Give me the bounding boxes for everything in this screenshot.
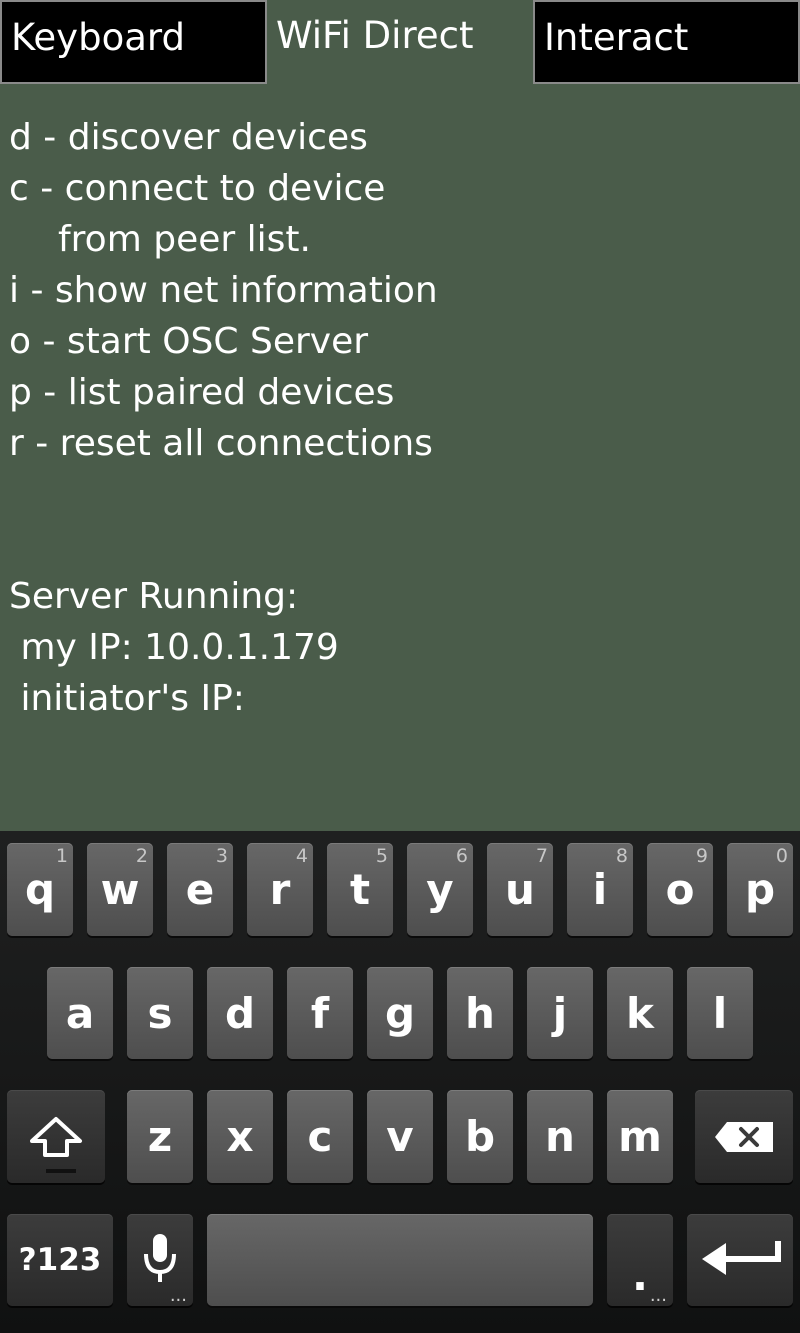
key-i[interactable]: 8i [567,843,633,936]
key-label: r [269,865,291,914]
key-k[interactable]: k [607,967,673,1059]
key-g[interactable]: g [367,967,433,1059]
key-label: u [505,865,535,914]
backspace-key[interactable] [695,1090,793,1183]
key-label: v [386,1112,414,1161]
key-q[interactable]: 1q [7,843,73,936]
key-d[interactable]: d [207,967,273,1059]
backspace-icon [695,1090,793,1183]
my-ip-text: my IP: 10.0.1.179 [9,627,339,668]
tab-keyboard[interactable]: Keyboard [0,0,267,84]
key-label: e [185,865,215,914]
key-label: ?123 [18,1242,102,1278]
command-line: d - discover devices [9,117,368,158]
key-j[interactable]: j [527,967,593,1059]
key-a[interactable]: a [47,967,113,1059]
key-z[interactable]: z [127,1090,193,1183]
key-n[interactable]: n [527,1090,593,1183]
key-label: i [592,865,608,914]
command-help-panel: d - discover devices c - connect to devi… [0,112,800,724]
key-h[interactable]: h [447,967,513,1059]
microphone-key[interactable]: ... [127,1214,193,1306]
soft-keyboard: 1q 2w 3e 4r 5t 6y 7u 8i 9o 0p a s d f g … [0,831,800,1333]
shift-key[interactable] [7,1090,105,1183]
key-label: b [464,1112,496,1161]
key-label: c [307,1112,333,1161]
command-line: i - show net information [9,270,438,311]
shift-indicator [46,1169,76,1173]
key-e[interactable]: 3e [167,843,233,936]
key-label: w [100,865,140,914]
tab-label: WiFi Direct [276,14,474,57]
tab-bar: Keyboard WiFi Direct Interact [0,0,800,84]
key-label: y [426,865,454,914]
enter-arrow-icon [687,1214,793,1306]
key-c[interactable]: c [287,1090,353,1183]
key-label: h [465,988,495,1038]
key-s[interactable]: s [127,967,193,1059]
key-t[interactable]: 5t [327,843,393,936]
key-u[interactable]: 7u [487,843,553,936]
command-line: p - list paired devices [9,372,395,413]
key-label: m [618,1112,662,1161]
symbols-key[interactable]: ?123 [7,1214,113,1306]
key-label: s [147,988,173,1038]
tab-wifi-direct[interactable]: WiFi Direct [267,0,533,84]
key-y[interactable]: 6y [407,843,473,936]
command-line: from peer list. [58,219,311,260]
key-label: x [226,1112,254,1161]
key-label: z [147,1112,173,1161]
tab-label: Keyboard [11,16,185,59]
more-options-dots: ... [649,1285,667,1306]
space-key[interactable] [207,1214,593,1306]
key-l[interactable]: l [687,967,753,1059]
command-line: r - reset all connections [9,423,433,464]
key-label: j [552,988,568,1038]
key-label: p [744,865,776,914]
period-key[interactable]: . ... [607,1214,673,1306]
initiator-ip-text: initiator's IP: [9,678,245,719]
key-label: n [545,1112,575,1161]
key-w[interactable]: 2w [87,843,153,936]
tab-interact[interactable]: Interact [533,0,800,84]
enter-key[interactable] [687,1214,793,1306]
more-options-dots: ... [169,1285,187,1306]
key-label: g [384,988,416,1038]
key-label: t [349,865,371,914]
command-line: o - start OSC Server [9,321,369,362]
key-label: l [712,988,728,1038]
key-p[interactable]: 0p [727,843,793,936]
key-label: d [224,988,256,1038]
key-label: q [24,865,56,914]
key-b[interactable]: b [447,1090,513,1183]
key-f[interactable]: f [287,967,353,1059]
key-x[interactable]: x [207,1090,273,1183]
server-status-title: Server Running: [9,576,299,617]
tab-label: Interact [544,16,689,59]
key-label: f [310,988,330,1038]
key-r[interactable]: 4r [247,843,313,936]
key-label: k [626,988,654,1038]
command-line: c - connect to device [9,168,386,209]
key-label: o [665,865,695,914]
key-v[interactable]: v [367,1090,433,1183]
key-label: a [65,988,95,1038]
key-o[interactable]: 9o [647,843,713,936]
key-m[interactable]: m [607,1090,673,1183]
